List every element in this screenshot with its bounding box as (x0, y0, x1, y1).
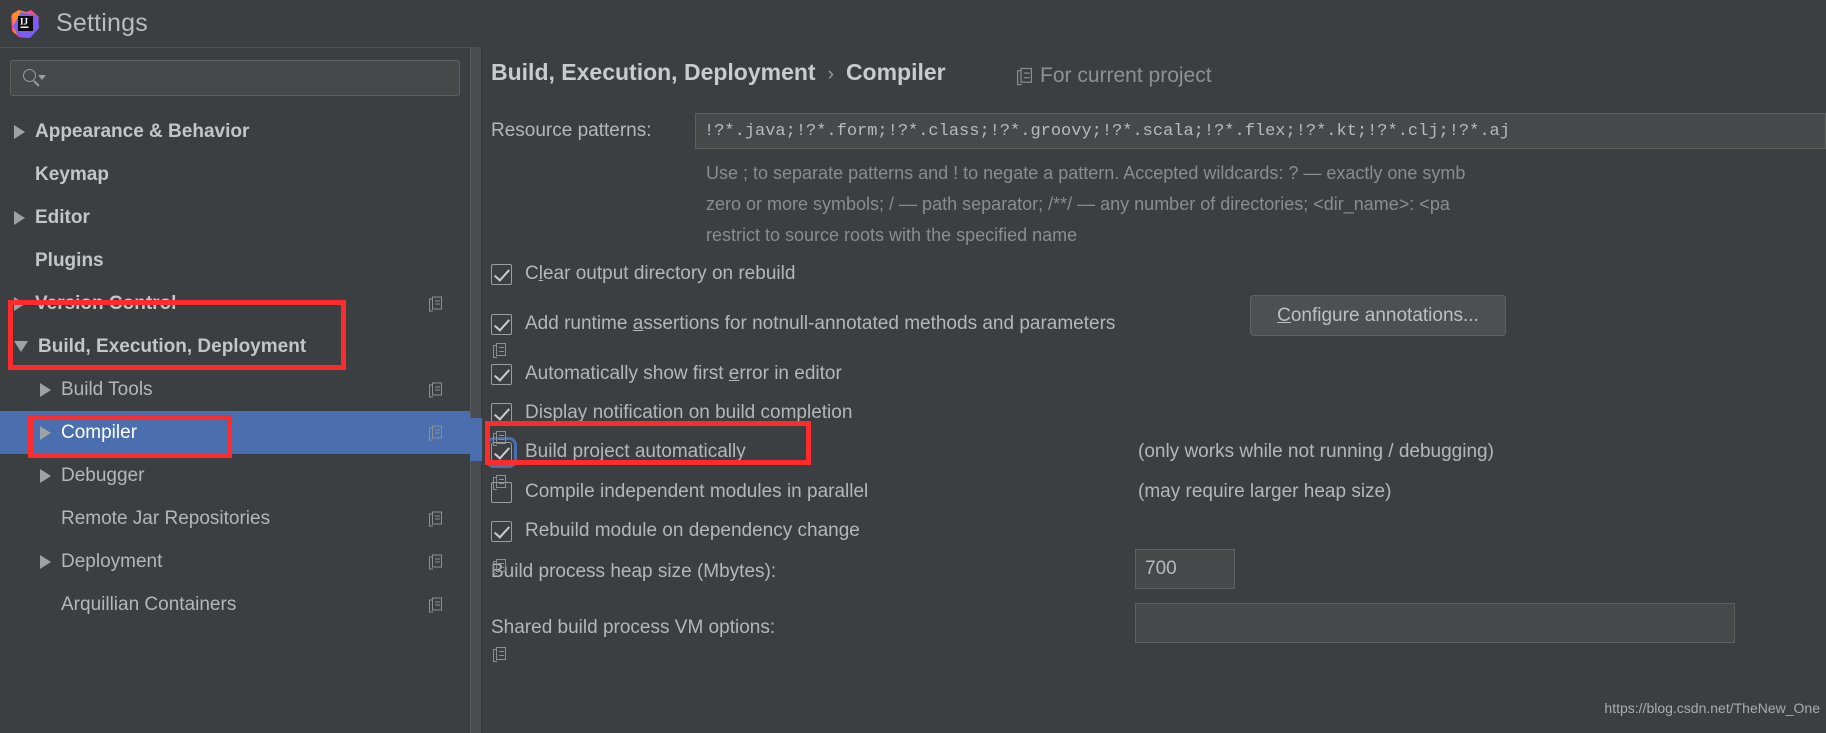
chevron-right-icon[interactable] (40, 382, 51, 397)
for-current-project-text: For current project (1040, 64, 1212, 87)
checkbox-checked-icon[interactable] (491, 520, 512, 542)
panel-divider-selected-marker (470, 418, 482, 461)
hint-line-1: Use ; to separate patterns and ! to nega… (706, 163, 1466, 183)
configure-annotations-label: Configure annotations... (1277, 304, 1479, 326)
checkbox-label: Display notification on build completion (525, 402, 853, 423)
breadcrumb-parent[interactable]: Build, Execution, Deployment (491, 59, 816, 86)
checkbox-add-runtime-assertions-for-notnull-annotated-methods-and-parameters[interactable]: Add runtime assertions for notnull-annot… (491, 313, 1115, 335)
sidebar-item-label: Debugger (61, 464, 145, 486)
chevron-right-icon[interactable] (14, 210, 25, 225)
module-icon (429, 597, 442, 612)
checkbox-clear-output-directory-on-rebuild[interactable]: Clear output directory on rebuild (491, 263, 795, 285)
window-title: Settings (56, 9, 148, 37)
module-icon (429, 296, 442, 311)
module-icon (429, 511, 442, 526)
sidebar-item-debugger[interactable]: Debugger (0, 454, 470, 497)
sidebar-item-keymap[interactable]: Keymap (0, 153, 470, 196)
search-field-wrapper (10, 60, 460, 96)
sidebar-item-label: Deployment (61, 550, 163, 572)
sidebar-item-label: Remote Jar Repositories (61, 507, 271, 529)
checkbox-display-notification-on-build-completion[interactable]: Display notification on build completion (491, 402, 852, 424)
checkbox-label: Compile independent modules in parallel (525, 481, 869, 502)
sidebar-item-plugins[interactable]: Plugins (0, 239, 470, 282)
chevron-right-icon[interactable] (40, 425, 51, 440)
sidebar-item-arquillian-containers[interactable]: Arquillian Containers (0, 583, 470, 626)
intellij-idea-logo-icon: IJ (10, 9, 40, 39)
panel-divider (470, 47, 482, 733)
sidebar-item-remote-jar-repositories[interactable]: Remote Jar Repositories (0, 497, 470, 540)
breadcrumb: Build, Execution, Deployment › Compiler (491, 59, 946, 86)
search-input[interactable] (49, 69, 459, 87)
chevron-right-icon[interactable] (14, 296, 25, 311)
hint-line-3: restrict to source roots with the specif… (706, 225, 1078, 245)
checkbox-label: Automatically show first error in editor (525, 363, 842, 384)
vm-options-input[interactable] (1135, 603, 1735, 643)
heap-size-value: 700 (1145, 558, 1177, 579)
for-current-project-label: For current project (1017, 64, 1212, 88)
sidebar-item-compiler[interactable]: Compiler (0, 411, 470, 454)
search-box[interactable] (10, 60, 460, 96)
note-build-project-automatically: (only works while not running / debuggin… (1138, 441, 1494, 462)
settings-window: IJ Settings Appearance & Behavior Keymap E… (0, 0, 1826, 733)
module-icon (429, 554, 442, 569)
checkbox-label: Clear output directory on rebuild (525, 263, 796, 284)
watermark: https://blog.csdn.net/TheNew_One (1604, 700, 1820, 716)
checkbox-label: Rebuild module on dependency change (525, 520, 860, 541)
module-icon (429, 425, 442, 440)
heap-size-input[interactable]: 700 (1135, 549, 1235, 589)
sidebar-item-label: Plugins (35, 249, 104, 271)
compiler-settings-panel: Build, Execution, Deployment › Compiler … (482, 47, 1826, 733)
sidebar-item-label: Appearance & Behavior (35, 120, 250, 142)
checkbox-checked-icon[interactable] (491, 263, 512, 285)
note-compile-independent-modules-in-parallel: (may require larger heap size) (1138, 481, 1392, 502)
chevron-down-icon[interactable] (14, 341, 28, 352)
chevron-right-icon[interactable] (40, 554, 51, 569)
sidebar-item-label: Build Tools (61, 378, 153, 400)
breadcrumb-separator-icon: › (827, 64, 834, 85)
checkbox-automatically-show-first-error-in-editor[interactable]: Automatically show first error in editor (491, 363, 842, 385)
sidebar-item-version-control[interactable]: Version Control (0, 282, 470, 325)
breadcrumb-current: Compiler (845, 59, 946, 85)
checkbox-checked-icon[interactable] (491, 402, 512, 424)
checkbox-compile-independent-modules-in-parallel[interactable]: Compile independent modules in parallel (491, 481, 868, 503)
resource-patterns-label: Resource patterns: (491, 120, 652, 141)
chevron-right-icon[interactable] (14, 124, 25, 139)
sidebar-item-build-execution-deployment[interactable]: Build, Execution, Deployment (0, 325, 470, 368)
checkbox-rebuild-module-on-dependency-change[interactable]: Rebuild module on dependency change (491, 520, 860, 542)
sidebar-item-deployment[interactable]: Deployment (0, 540, 470, 583)
search-icon (23, 69, 49, 87)
sidebar-item-label: Compiler (61, 421, 138, 443)
checkbox-label: Add runtime assertions for notnull-annot… (525, 313, 1116, 334)
vm-options-label: Shared build process VM options: (491, 617, 776, 638)
configure-annotations-button[interactable]: Configure annotations... (1250, 295, 1506, 336)
sidebar-item-label: Build, Execution, Deployment (38, 335, 307, 357)
settings-sidebar: Appearance & Behavior Keymap Editor Plugins… (0, 47, 470, 733)
checkbox-checked-icon[interactable] (491, 313, 512, 335)
hint-line-2: zero or more symbols; / — path separator… (706, 194, 1450, 214)
heap-size-label: Build process heap size (Mbytes): (491, 561, 777, 582)
sidebar-item-label: Keymap (35, 163, 109, 185)
sidebar-item-editor[interactable]: Editor (0, 196, 470, 239)
sidebar-item-appearance-behavior[interactable]: Appearance & Behavior (0, 110, 470, 153)
sidebar-item-label: Editor (35, 206, 90, 228)
resource-patterns-value: !?*.java;!?*.form;!?*.class;!?*.groovy;!… (704, 121, 1510, 141)
title-bar: IJ Settings (0, 0, 1826, 47)
sidebar-item-build-tools[interactable]: Build Tools (0, 368, 470, 411)
module-icon (429, 382, 442, 397)
sidebar-item-label: Arquillian Containers (61, 593, 237, 615)
sidebar-item-label: Version Control (35, 292, 177, 314)
checkbox-checked-icon[interactable] (491, 363, 512, 385)
checkbox-label: Build project automatically (525, 441, 746, 462)
settings-tree: Appearance & Behavior Keymap Editor Plugins… (0, 110, 470, 626)
resource-patterns-field[interactable]: !?*.java;!?*.form;!?*.class;!?*.groovy;!… (695, 113, 1826, 149)
module-icon (1017, 67, 1032, 85)
svg-text:IJ: IJ (20, 16, 29, 26)
chevron-right-icon[interactable] (40, 468, 51, 483)
checkbox-build-project-automatically[interactable]: Build project automatically (486, 436, 746, 468)
